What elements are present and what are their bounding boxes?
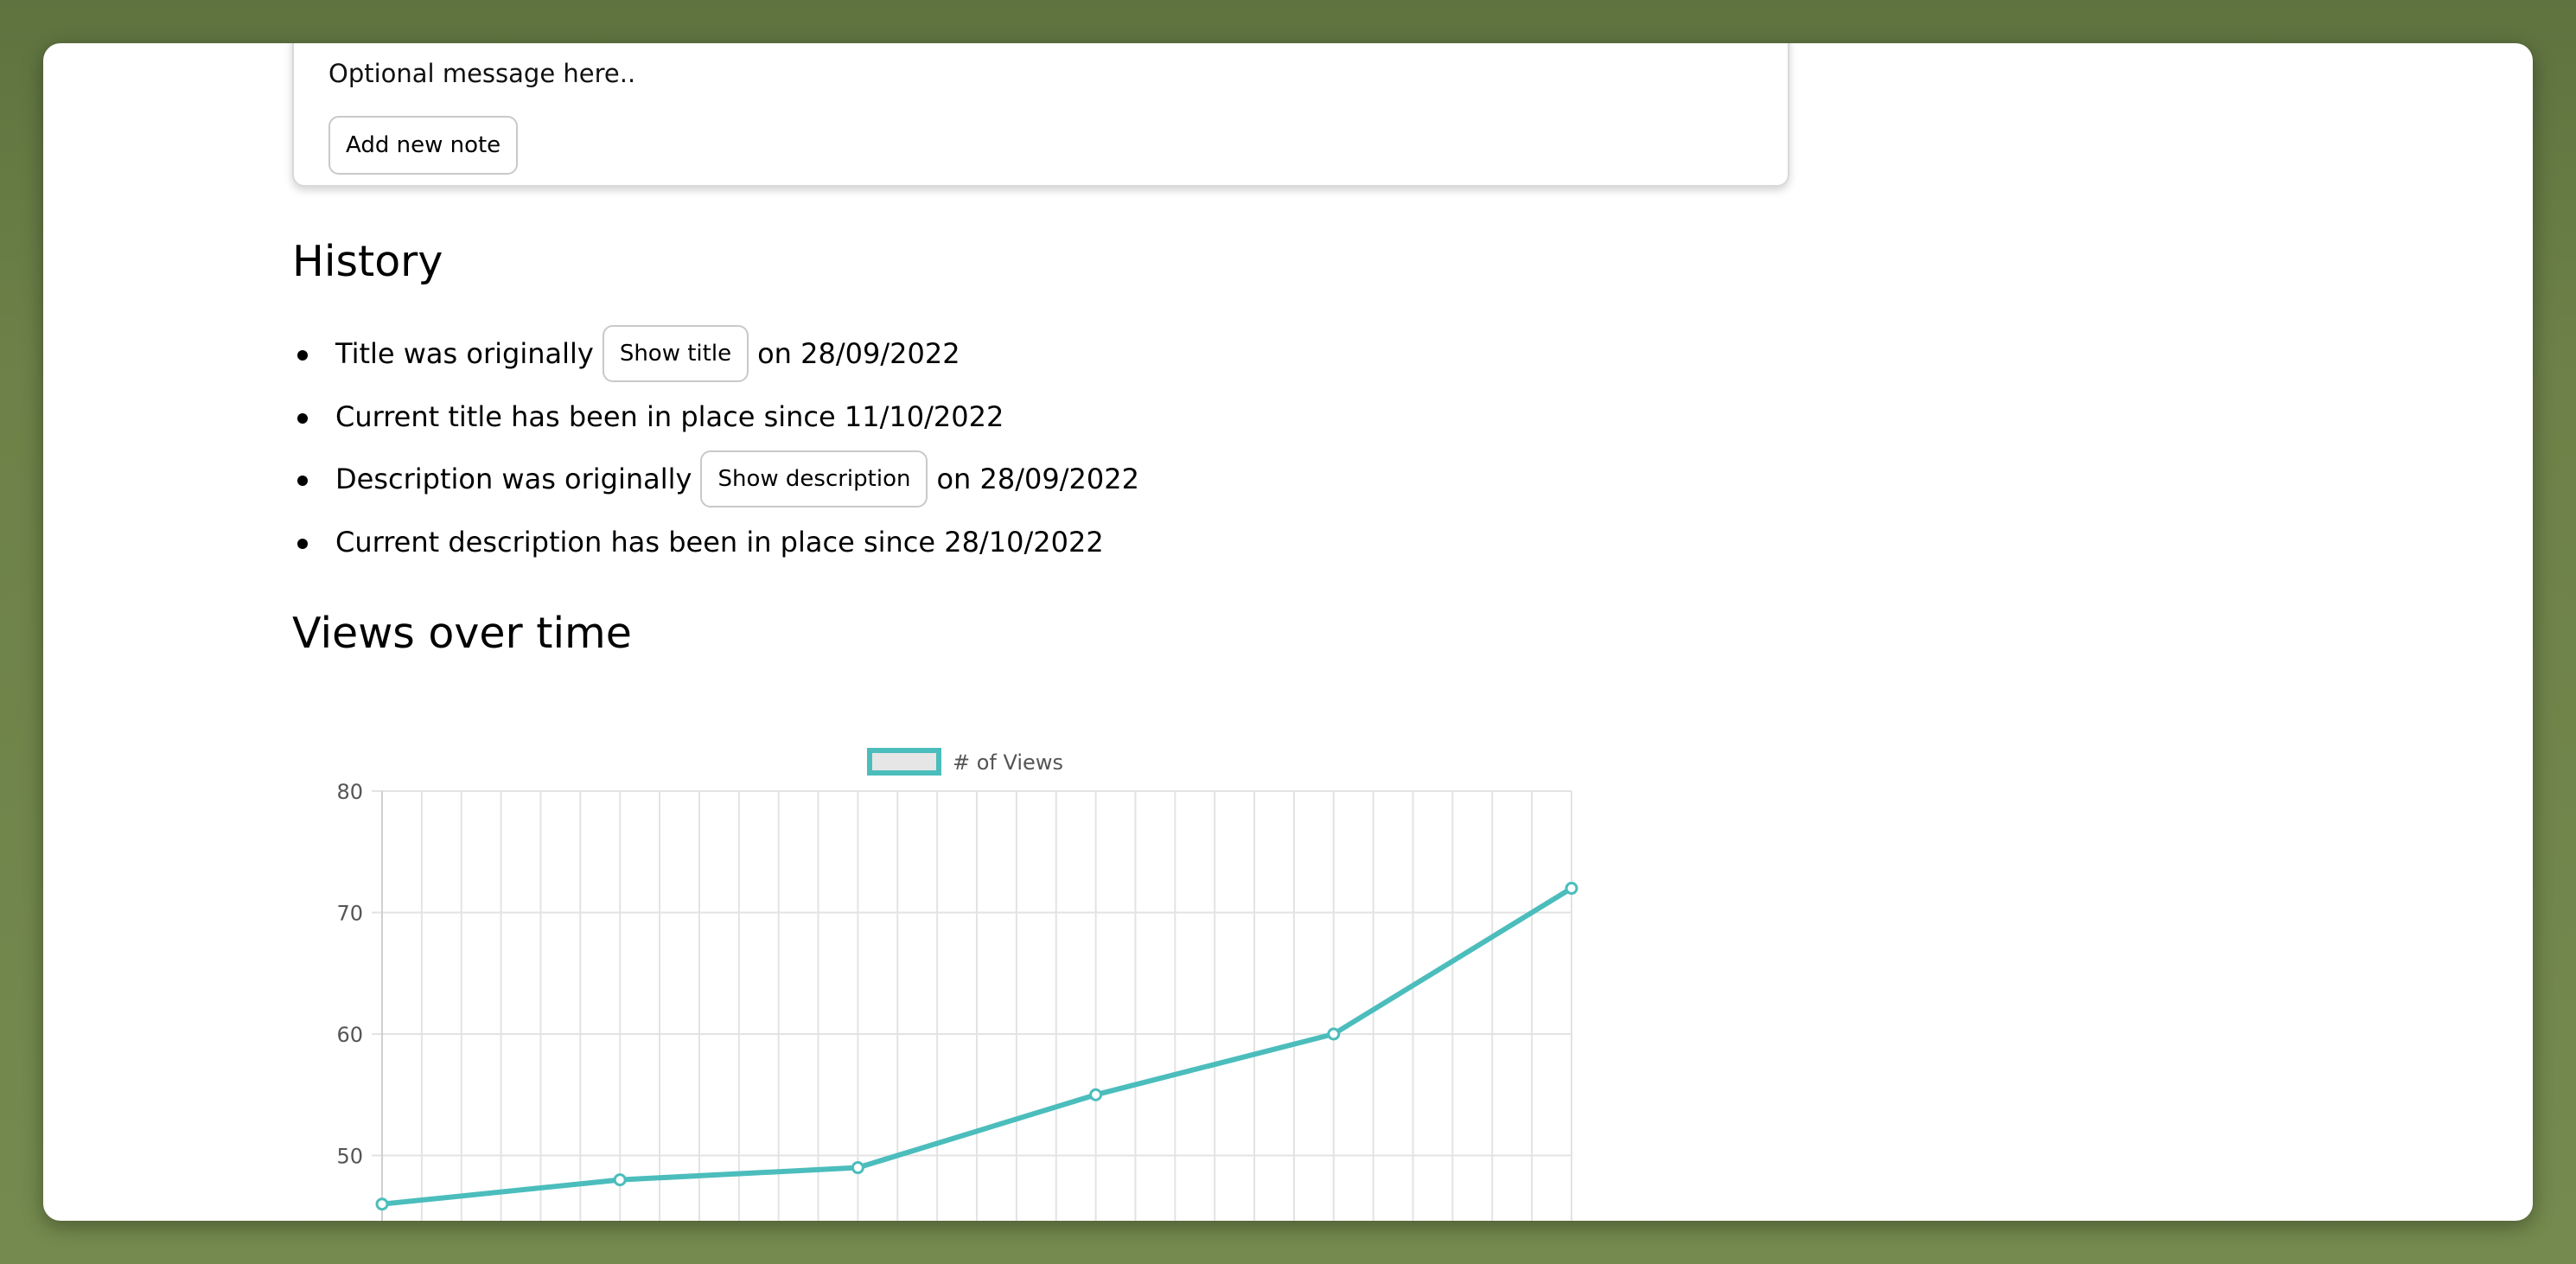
history-item-original-description: Description was originally Show descript… (297, 450, 1139, 508)
data-point[interactable] (1089, 1088, 1103, 1101)
chart-legend[interactable]: # of Views (867, 748, 1063, 776)
history-item-text: Current description has been in place si… (335, 526, 1104, 559)
data-point[interactable] (375, 1197, 389, 1211)
chart-y-ticks: 50 60 70 80 (336, 780, 363, 1169)
data-point[interactable] (1565, 881, 1578, 895)
show-description-button[interactable]: Show description (700, 450, 928, 508)
history-item-text: Title was originally (335, 337, 594, 370)
bullet-icon (297, 539, 308, 549)
history-item-text: Description was originally (335, 463, 692, 495)
history-item-text: Current title has been in place since 11… (335, 400, 1004, 433)
history-item-date: on 28/09/2022 (757, 337, 960, 370)
bullet-icon (297, 476, 308, 486)
data-point[interactable] (851, 1161, 864, 1175)
history-heading: History (292, 237, 443, 286)
y-tick-label: 60 (336, 1023, 363, 1047)
history-item-current-title: Current title has been in place since 11… (297, 388, 1004, 445)
bullet-icon (297, 413, 308, 424)
y-tick-label: 80 (336, 780, 363, 804)
bullet-icon (297, 350, 308, 361)
y-tick-label: 50 (336, 1145, 363, 1169)
views-heading: Views over time (292, 609, 632, 658)
legend-label[interactable]: # of Views (953, 750, 1063, 775)
views-chart-svg: 50 60 70 80 # of Views (336, 748, 1578, 1221)
history-item-original-title: Title was originally Show title on 28/09… (297, 325, 960, 382)
chart-grid (372, 790, 1572, 1221)
show-title-button[interactable]: Show title (602, 325, 749, 382)
note-message: Optional message here.. (328, 59, 636, 88)
history-item-date: on 28/09/2022 (936, 463, 1139, 495)
history-item-current-description: Current description has been in place si… (297, 514, 1104, 571)
views-chart: 50 60 70 80 # of Views (292, 700, 1623, 1221)
data-point[interactable] (1327, 1027, 1341, 1041)
add-new-note-button[interactable]: Add new note (328, 116, 519, 175)
y-tick-label: 70 (336, 902, 363, 926)
app-window: Optional message here.. Add new note His… (43, 43, 2533, 1221)
note-card: Optional message here.. Add new note (292, 43, 1789, 187)
data-point[interactable] (613, 1173, 627, 1187)
legend-swatch[interactable] (867, 748, 941, 776)
